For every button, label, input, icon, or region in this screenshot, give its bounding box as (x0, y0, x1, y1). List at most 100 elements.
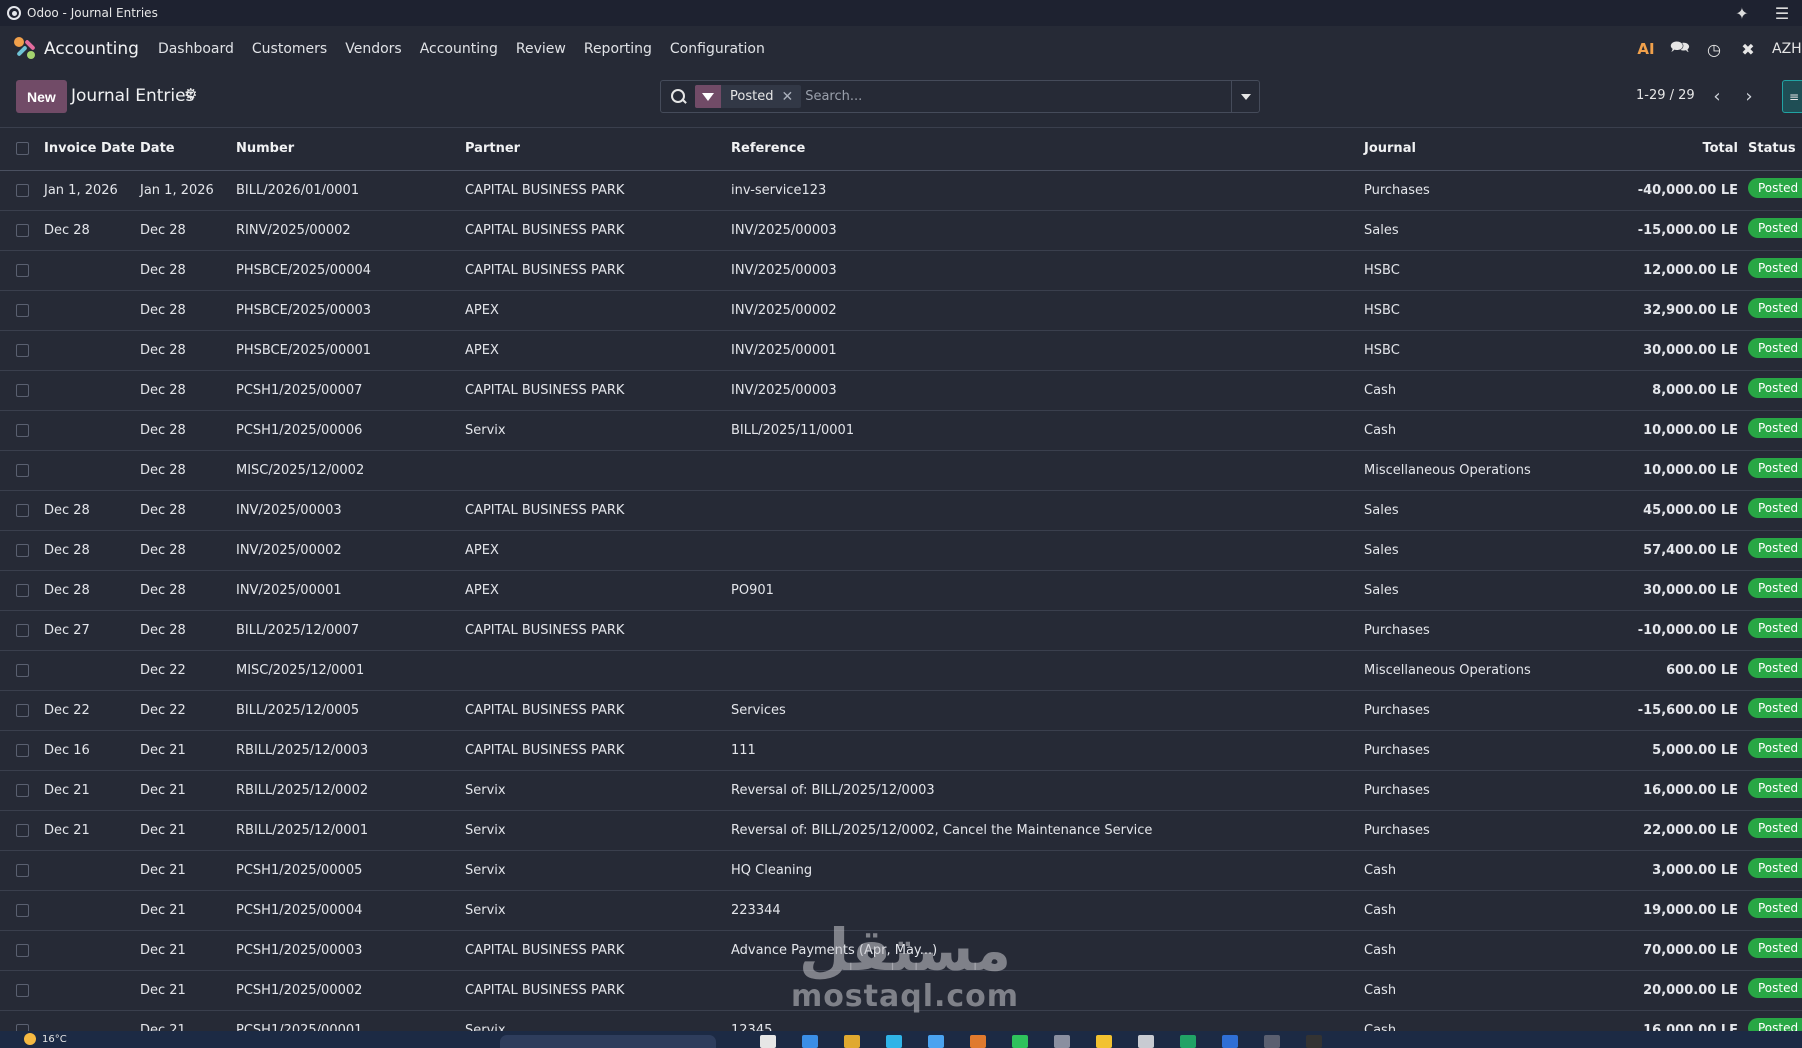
accounting-app-icon[interactable] (14, 37, 38, 61)
row-checkbox[interactable] (16, 423, 29, 437)
taskbar-app-icon[interactable] (760, 1035, 776, 1048)
col-total[interactable]: Total (1591, 128, 1746, 171)
nav-customers[interactable]: Customers (243, 41, 336, 57)
table-row[interactable]: Dec 21 PCSH1/2025/00003 CAPITAL BUSINESS P… (0, 930, 1802, 971)
taskbar-app-icon[interactable] (1138, 1035, 1154, 1048)
user-menu[interactable]: AZH (1772, 41, 1802, 57)
table-row[interactable]: Dec 28 PHSBCE/2025/00003 APEX INV/2025/0000… (0, 290, 1802, 331)
ai-icon[interactable]: AI (1636, 40, 1656, 58)
col-invoice-date[interactable]: Invoice Date (38, 128, 134, 171)
row-checkbox[interactable] (16, 703, 29, 717)
table-row[interactable]: Dec 28 MISC/2025/12/0002 Miscellaneous Ope… (0, 450, 1802, 491)
row-checkbox[interactable] (16, 1023, 29, 1031)
table-row[interactable]: Dec 21 PCSH1/2025/00005 Servix HQ Cleaning C… (0, 850, 1802, 891)
table-row[interactable]: Dec 16 Dec 21 RBILL/2025/12/0003 CAPITAL BU… (0, 730, 1802, 771)
col-status[interactable]: Status (1746, 128, 1802, 171)
col-reference[interactable]: Reference (725, 128, 1358, 171)
row-checkbox[interactable] (16, 583, 29, 597)
row-checkbox[interactable] (16, 863, 29, 877)
hamburger-menu-icon[interactable]: ☰ (1762, 0, 1802, 26)
taskbar-app-icon[interactable] (886, 1035, 902, 1048)
table-row[interactable]: Dec 21 PCSH1/2025/00004 Servix 223344 Cash 19… (0, 890, 1802, 931)
table-row[interactable]: Dec 28 PHSBCE/2025/00001 APEX INV/2025/0000… (0, 330, 1802, 371)
app-brand[interactable]: Accounting (44, 39, 139, 59)
search-input[interactable] (805, 89, 1231, 104)
col-journal[interactable]: Journal (1358, 128, 1591, 171)
page-title[interactable]: Journal Entries (71, 86, 194, 106)
table-row[interactable]: Dec 27 Dec 28 BILL/2025/12/0007 CAPITAL BUS… (0, 610, 1802, 651)
nav-dashboard[interactable]: Dashboard (149, 41, 243, 57)
row-checkbox[interactable] (16, 663, 29, 677)
search-icon[interactable] (671, 88, 687, 105)
nav-vendors[interactable]: Vendors (336, 41, 410, 57)
pager-next-icon[interactable]: › (1735, 80, 1763, 113)
nav-reporting[interactable]: Reporting (575, 41, 661, 57)
row-checkbox[interactable] (16, 223, 29, 237)
table-row[interactable]: Dec 21 PCSH1/2025/00002 CAPITAL BUSINESS P… (0, 970, 1802, 1011)
table-row[interactable]: Dec 21 Dec 21 RBILL/2025/12/0002 Servix Reve… (0, 770, 1802, 811)
status-badge: Posted (1748, 218, 1802, 238)
table-row[interactable]: Dec 22 Dec 22 BILL/2025/12/0005 CAPITAL BUS… (0, 690, 1802, 731)
chat-icon[interactable]: 🗪 (1670, 36, 1690, 63)
col-date[interactable]: Date (134, 128, 230, 171)
taskbar-app-icon[interactable] (1054, 1035, 1070, 1048)
pager-value[interactable]: 1-29 / 29 (1636, 88, 1695, 103)
row-checkbox[interactable] (16, 903, 29, 917)
select-all-checkbox[interactable] (16, 142, 29, 156)
taskbar-app-icon[interactable] (970, 1035, 986, 1048)
taskbar-app-icon[interactable] (928, 1035, 944, 1048)
table-row[interactable]: Dec 28 Dec 28 INV/2025/00001 APEX PO901 Sales… (0, 570, 1802, 611)
nav-configuration[interactable]: Configuration (661, 41, 774, 57)
new-button[interactable]: New (16, 80, 67, 113)
col-number[interactable]: Number (230, 128, 459, 171)
row-checkbox[interactable] (16, 623, 29, 637)
table-row[interactable]: Jan 1, 2026 Jan 1, 2026 BILL/2026/01/0001 C… (0, 170, 1802, 211)
tools-icon[interactable]: ✖ (1738, 40, 1758, 59)
taskbar-app-icon[interactable] (1222, 1035, 1238, 1048)
row-checkbox[interactable] (16, 183, 29, 197)
taskbar-weather[interactable]: 16°C (24, 1033, 67, 1045)
row-checkbox[interactable] (16, 983, 29, 997)
table-row[interactable]: Dec 28 Dec 28 RINV/2025/00002 CAPITAL BUSIN… (0, 210, 1802, 251)
activity-clock-icon[interactable]: ◷ (1704, 40, 1724, 59)
list-view-icon[interactable]: ≡ (1782, 80, 1802, 113)
cell-partner (459, 450, 725, 491)
remove-filter-icon[interactable]: ✕ (781, 89, 801, 105)
table-row[interactable]: Dec 28 PCSH1/2025/00006 Servix BILL/2025/11… (0, 410, 1802, 451)
table-row[interactable]: Dec 28 Dec 28 INV/2025/00003 CAPITAL BUSINE… (0, 490, 1802, 531)
row-checkbox[interactable] (16, 783, 29, 797)
row-checkbox[interactable] (16, 463, 29, 477)
taskbar-app-icon[interactable] (1180, 1035, 1196, 1048)
col-partner[interactable]: Partner (459, 128, 725, 171)
row-checkbox[interactable] (16, 263, 29, 277)
row-checkbox[interactable] (16, 343, 29, 357)
taskbar-app-icon[interactable] (1264, 1035, 1280, 1048)
row-checkbox[interactable] (16, 743, 29, 757)
search-options-toggle[interactable] (1231, 81, 1259, 112)
taskbar-app-icon[interactable] (802, 1035, 818, 1048)
row-checkbox[interactable] (16, 943, 29, 957)
row-checkbox[interactable] (16, 823, 29, 837)
taskbar-app-icon[interactable] (1306, 1035, 1322, 1048)
cell-total: 12,000.00 LE (1591, 250, 1746, 291)
table-row[interactable]: Dec 21 PCSH1/2025/00001 Servix 12345 Cash 16,… (0, 1010, 1802, 1031)
row-checkbox[interactable] (16, 503, 29, 517)
table-row[interactable]: Dec 22 MISC/2025/12/0001 Miscellaneous Ope… (0, 650, 1802, 691)
pager-previous-icon[interactable]: ‹ (1703, 80, 1731, 113)
table-row[interactable]: Dec 28 Dec 28 INV/2025/00002 APEX Sales 57,40… (0, 530, 1802, 571)
gear-icon[interactable]: ⚙ (184, 85, 197, 103)
taskbar-search[interactable] (500, 1035, 716, 1048)
taskbar-app-icon[interactable] (1012, 1035, 1028, 1048)
nav-review[interactable]: Review (507, 41, 575, 57)
row-checkbox[interactable] (16, 383, 29, 397)
taskbar-folder-icon[interactable] (844, 1035, 860, 1048)
taskbar-app-icon[interactable] (1096, 1035, 1112, 1048)
table-row[interactable]: Dec 28 PHSBCE/2025/00004 CAPITAL BUSINESS … (0, 250, 1802, 291)
nav-accounting[interactable]: Accounting (411, 41, 507, 57)
row-checkbox[interactable] (16, 303, 29, 317)
row-checkbox[interactable] (16, 543, 29, 557)
extensions-icon[interactable]: ✦ (1722, 0, 1762, 26)
cell-total: 22,000.00 LE (1591, 810, 1746, 851)
table-row[interactable]: Dec 28 PCSH1/2025/00007 CAPITAL BUSINESS P… (0, 370, 1802, 411)
table-row[interactable]: Dec 21 Dec 21 RBILL/2025/12/0001 Servix Reve… (0, 810, 1802, 851)
